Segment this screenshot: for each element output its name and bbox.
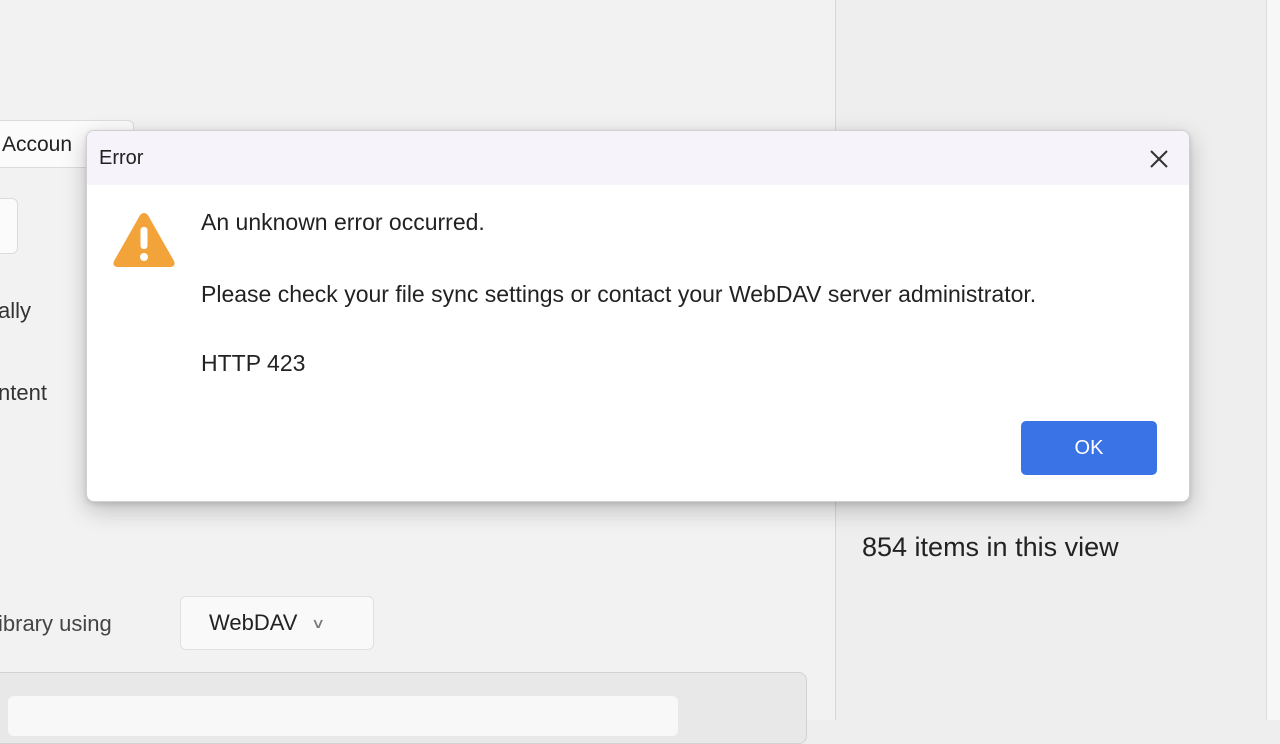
error-dialog: Error An unknown error occurred. Please … — [86, 130, 1190, 502]
scrollbar[interactable] — [1266, 0, 1280, 720]
sync-method-label: ibrary using — [0, 611, 112, 636]
setting-label: ally — [0, 298, 32, 323]
warning-icon — [113, 213, 175, 267]
sync-protocol-dropdown[interactable]: WebDAV ∨ — [180, 596, 374, 650]
settings-field[interactable] — [0, 198, 18, 254]
chevron-down-icon: ∨ — [311, 614, 326, 631]
dialog-title: Error — [99, 147, 144, 169]
dialog-titlebar[interactable]: Error — [87, 131, 1189, 185]
close-icon — [1150, 150, 1168, 168]
close-button[interactable] — [1143, 143, 1175, 175]
error-message: An unknown error occurred. — [201, 209, 485, 235]
ok-button[interactable]: OK — [1021, 421, 1157, 475]
setting-label: ntent — [0, 380, 47, 405]
error-detail: Please check your file sync settings or … — [201, 281, 1037, 307]
text-input[interactable] — [8, 696, 678, 736]
error-code: HTTP 423 — [201, 350, 306, 376]
sync-protocol-value: WebDAV — [209, 610, 298, 635]
items-count: 854 items in this view — [862, 532, 1119, 562]
